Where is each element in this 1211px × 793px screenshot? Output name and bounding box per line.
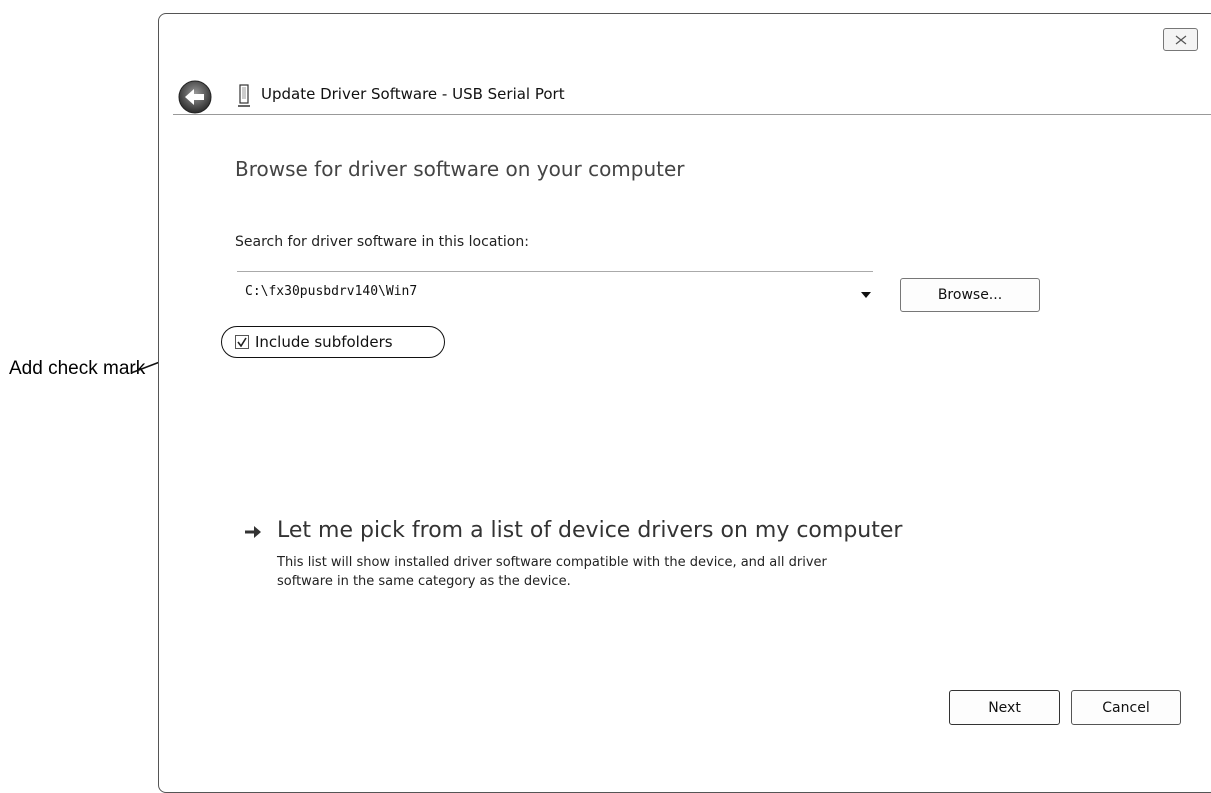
header-divider bbox=[173, 114, 1211, 115]
close-icon bbox=[1175, 35, 1186, 44]
dialog-window: Update Driver Software - USB Serial Port… bbox=[158, 13, 1211, 793]
right-arrow-icon bbox=[245, 526, 261, 538]
back-arrow-icon bbox=[178, 80, 212, 114]
path-combobox[interactable]: C:\fx30pusbdrv140\Win7 bbox=[237, 271, 873, 302]
checkmark-icon bbox=[237, 337, 247, 347]
search-location-label: Search for driver software in this locat… bbox=[235, 234, 529, 250]
pick-driver-description: This list will show installed driver sof… bbox=[277, 555, 827, 589]
usb-device-icon bbox=[238, 84, 250, 107]
window-title: Update Driver Software - USB Serial Port bbox=[261, 85, 565, 103]
browse-button[interactable]: Browse... bbox=[900, 278, 1040, 312]
next-button[interactable]: Next bbox=[949, 690, 1060, 725]
include-subfolders-checkbox[interactable] bbox=[235, 335, 249, 349]
close-button[interactable] bbox=[1163, 28, 1198, 51]
chevron-down-icon[interactable] bbox=[861, 292, 871, 298]
include-subfolders-label: Include subfolders bbox=[255, 333, 393, 351]
pick-driver-link[interactable]: Let me pick from a list of device driver… bbox=[277, 518, 902, 543]
include-subfolders-option[interactable]: Include subfolders bbox=[221, 326, 445, 358]
cancel-button[interactable]: Cancel bbox=[1071, 690, 1181, 725]
page-heading: Browse for driver software on your compu… bbox=[235, 157, 685, 181]
back-button[interactable] bbox=[177, 79, 213, 115]
path-value: C:\fx30pusbdrv140\Win7 bbox=[245, 284, 418, 299]
